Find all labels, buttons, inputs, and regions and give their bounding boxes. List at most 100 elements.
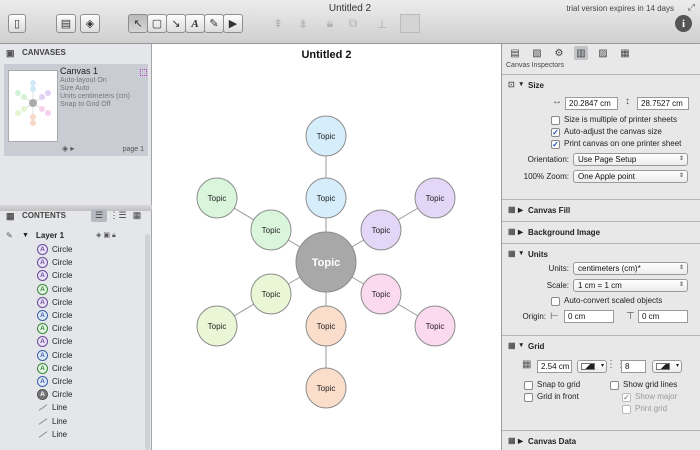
image-icon: ▦: [508, 227, 516, 236]
circle-item[interactable]: A Circle: [0, 269, 148, 282]
canvases-icon: ▣: [6, 48, 15, 58]
fill-icon: ▦: [508, 205, 516, 214]
print-one-sheet-checkbox[interactable]: ✓ Print canvas on one printer sheet: [551, 139, 681, 150]
circle-item[interactable]: A Circle: [0, 283, 148, 296]
show-major-checkbox[interactable]: ✓ Show major: [622, 392, 677, 403]
collapse-arrow-icon[interactable]: ▼: [518, 81, 524, 88]
height-icon: ↕: [625, 96, 630, 107]
sidebar-toggle-icon[interactable]: ▯: [8, 14, 26, 33]
origin-y-field[interactable]: 0 cm: [638, 310, 688, 323]
item-label: Circle: [52, 284, 73, 294]
group-icon[interactable]: ⧉: [343, 14, 363, 33]
collapse-arrow-icon[interactable]: ▼: [518, 250, 524, 257]
circle-item[interactable]: A Circle: [0, 375, 148, 388]
expand-arrow-icon[interactable]: ▶: [518, 437, 523, 445]
size-icon: ⊡: [508, 80, 515, 89]
canvas-area[interactable]: Untitled 2 Topic Topic Topic Topic Topic Topi…: [153, 44, 500, 450]
grid-spacing-field[interactable]: 2.54 cm: [537, 360, 572, 373]
grid-in-front-checkbox[interactable]: Grid in front: [524, 392, 579, 403]
topic-label: Topic: [262, 290, 281, 299]
minor-grid-color-well[interactable]: ▾: [577, 360, 607, 373]
canvas-data-section[interactable]: ▦ ▶ Canvas Data: [502, 430, 700, 450]
circle-item[interactable]: A Circle: [0, 309, 148, 322]
selection-tool-icon[interactable]: ↖: [128, 14, 148, 33]
info-icon[interactable]: i: [675, 15, 692, 32]
zoom-label: 100% Zoom:: [523, 172, 569, 181]
circle-item[interactable]: A Circle: [0, 296, 148, 309]
document-inspector-icon[interactable]: ▨: [596, 46, 610, 60]
collapse-arrow-icon[interactable]: ▼: [518, 342, 524, 349]
show-grid-lines-checkbox[interactable]: Show grid lines: [610, 380, 677, 391]
edit-icon[interactable]: ✎: [6, 229, 13, 242]
canvas-inspector-icon[interactable]: ▥: [574, 46, 588, 60]
browse-tool-icon[interactable]: ▶: [223, 14, 243, 33]
disclosure-triangle-icon[interactable]: ▼: [22, 229, 29, 242]
bring-front-icon[interactable]: ⇞: [268, 14, 288, 33]
line-item[interactable]: Line: [0, 415, 148, 428]
expand-arrow-icon[interactable]: ▶: [518, 228, 523, 236]
item-label: Circle: [52, 363, 73, 373]
auto-convert-checkbox[interactable]: Auto-convert scaled objects: [551, 296, 662, 307]
circle-item[interactable]: A Circle: [0, 335, 148, 348]
scale-select[interactable]: 1 cm = 1 cm ⇕: [573, 279, 688, 292]
expand-arrow-icon[interactable]: ▶: [518, 206, 523, 214]
item-label: Circle: [52, 271, 73, 281]
hierarchy-view-icon[interactable]: ⋮☰: [109, 209, 126, 222]
canvas-stack-icon[interactable]: ▤: [56, 14, 76, 33]
shape-tool-icon[interactable]: ▢: [147, 14, 167, 33]
circle-shape-icon: A: [37, 336, 48, 348]
fullscreen-icon[interactable]: ⤢: [688, 2, 695, 13]
send-back-icon[interactable]: ⇟: [293, 14, 313, 33]
canvas-item[interactable]: Canvas 1 Auto-layout On Size Auto Units …: [4, 64, 148, 156]
color-well-icon[interactable]: [400, 14, 420, 33]
units-icon: ▦: [508, 249, 516, 258]
canvas-prop: Size Auto: [60, 85, 90, 92]
line-tool-icon[interactable]: ↘: [166, 14, 186, 33]
list-view-icon[interactable]: ☰: [91, 209, 107, 222]
background-image-section[interactable]: ▦ ▶ Background Image: [502, 221, 700, 243]
major-steps-field[interactable]: 8: [621, 360, 646, 373]
properties-inspector-icon[interactable]: ▧: [530, 46, 544, 60]
settings-inspector-icon[interactable]: ⚙: [552, 46, 566, 60]
text-tool-icon[interactable]: A: [185, 14, 205, 33]
layers-disclosure-icon[interactable]: ◈ ▸: [62, 144, 74, 153]
circle-item[interactable]: A Circle: [0, 388, 148, 401]
zoom-select[interactable]: One Apple point ⇕: [573, 170, 688, 183]
snap-to-grid-checkbox[interactable]: Snap to grid: [524, 380, 580, 391]
circle-item[interactable]: A Circle: [0, 243, 148, 256]
canvas-name: Canvas 1: [60, 66, 99, 76]
pen-tool-icon[interactable]: ✎: [204, 14, 224, 33]
hierarchy-icon[interactable]: ⊥: [372, 14, 392, 33]
height-field[interactable]: 28.7527 cm: [637, 97, 689, 110]
circle-item[interactable]: A Circle: [0, 322, 148, 335]
line-item[interactable]: Line: [0, 428, 148, 441]
origin-x-field[interactable]: 0 cm: [564, 310, 614, 323]
item-label: Circle: [52, 324, 73, 334]
lock-icon[interactable]: 🔒︎: [320, 14, 340, 33]
layers-icon[interactable]: ◈: [80, 14, 100, 33]
topic-label: Topic: [317, 322, 336, 331]
auto-adjust-checkbox[interactable]: ✓ Auto-adjust the canvas size: [551, 127, 662, 138]
canvas-fill-section[interactable]: ▦ ▶ Canvas Fill: [502, 199, 700, 221]
circle-item[interactable]: A Circle: [0, 256, 148, 269]
major-grid-color-well[interactable]: ▾: [652, 360, 682, 373]
circle-item[interactable]: A Circle: [0, 349, 148, 362]
stencil-inspector-icon[interactable]: ▦: [618, 46, 632, 60]
layer-row[interactable]: ✎ ▼ Layer 1 ◈▣🔒︎: [0, 229, 152, 242]
origin-label: Origin:: [522, 312, 546, 321]
item-label: Line: [52, 403, 68, 413]
grid-view-icon[interactable]: ▦: [129, 209, 145, 222]
printer-sheets-checkbox[interactable]: Size is multiple of printer sheets: [551, 115, 677, 126]
print-grid-checkbox[interactable]: Print grid: [622, 404, 667, 415]
layer-options-icons[interactable]: ◈▣🔒︎: [96, 229, 118, 242]
scale-label: Scale:: [546, 281, 569, 290]
line-item[interactable]: Line: [0, 401, 148, 414]
orientation-label: Orientation:: [527, 155, 569, 164]
circle-shape-icon: A: [37, 349, 48, 361]
units-select[interactable]: centimeters (cm)* ⇕: [573, 262, 688, 275]
sidebar-scrollbar[interactable]: [145, 234, 150, 450]
width-field[interactable]: 20.2847 cm: [565, 97, 618, 110]
orientation-select[interactable]: Use Page Setup ⇕: [573, 153, 688, 166]
circle-item[interactable]: A Circle: [0, 362, 148, 375]
style-inspector-icon[interactable]: ▤: [508, 46, 522, 60]
